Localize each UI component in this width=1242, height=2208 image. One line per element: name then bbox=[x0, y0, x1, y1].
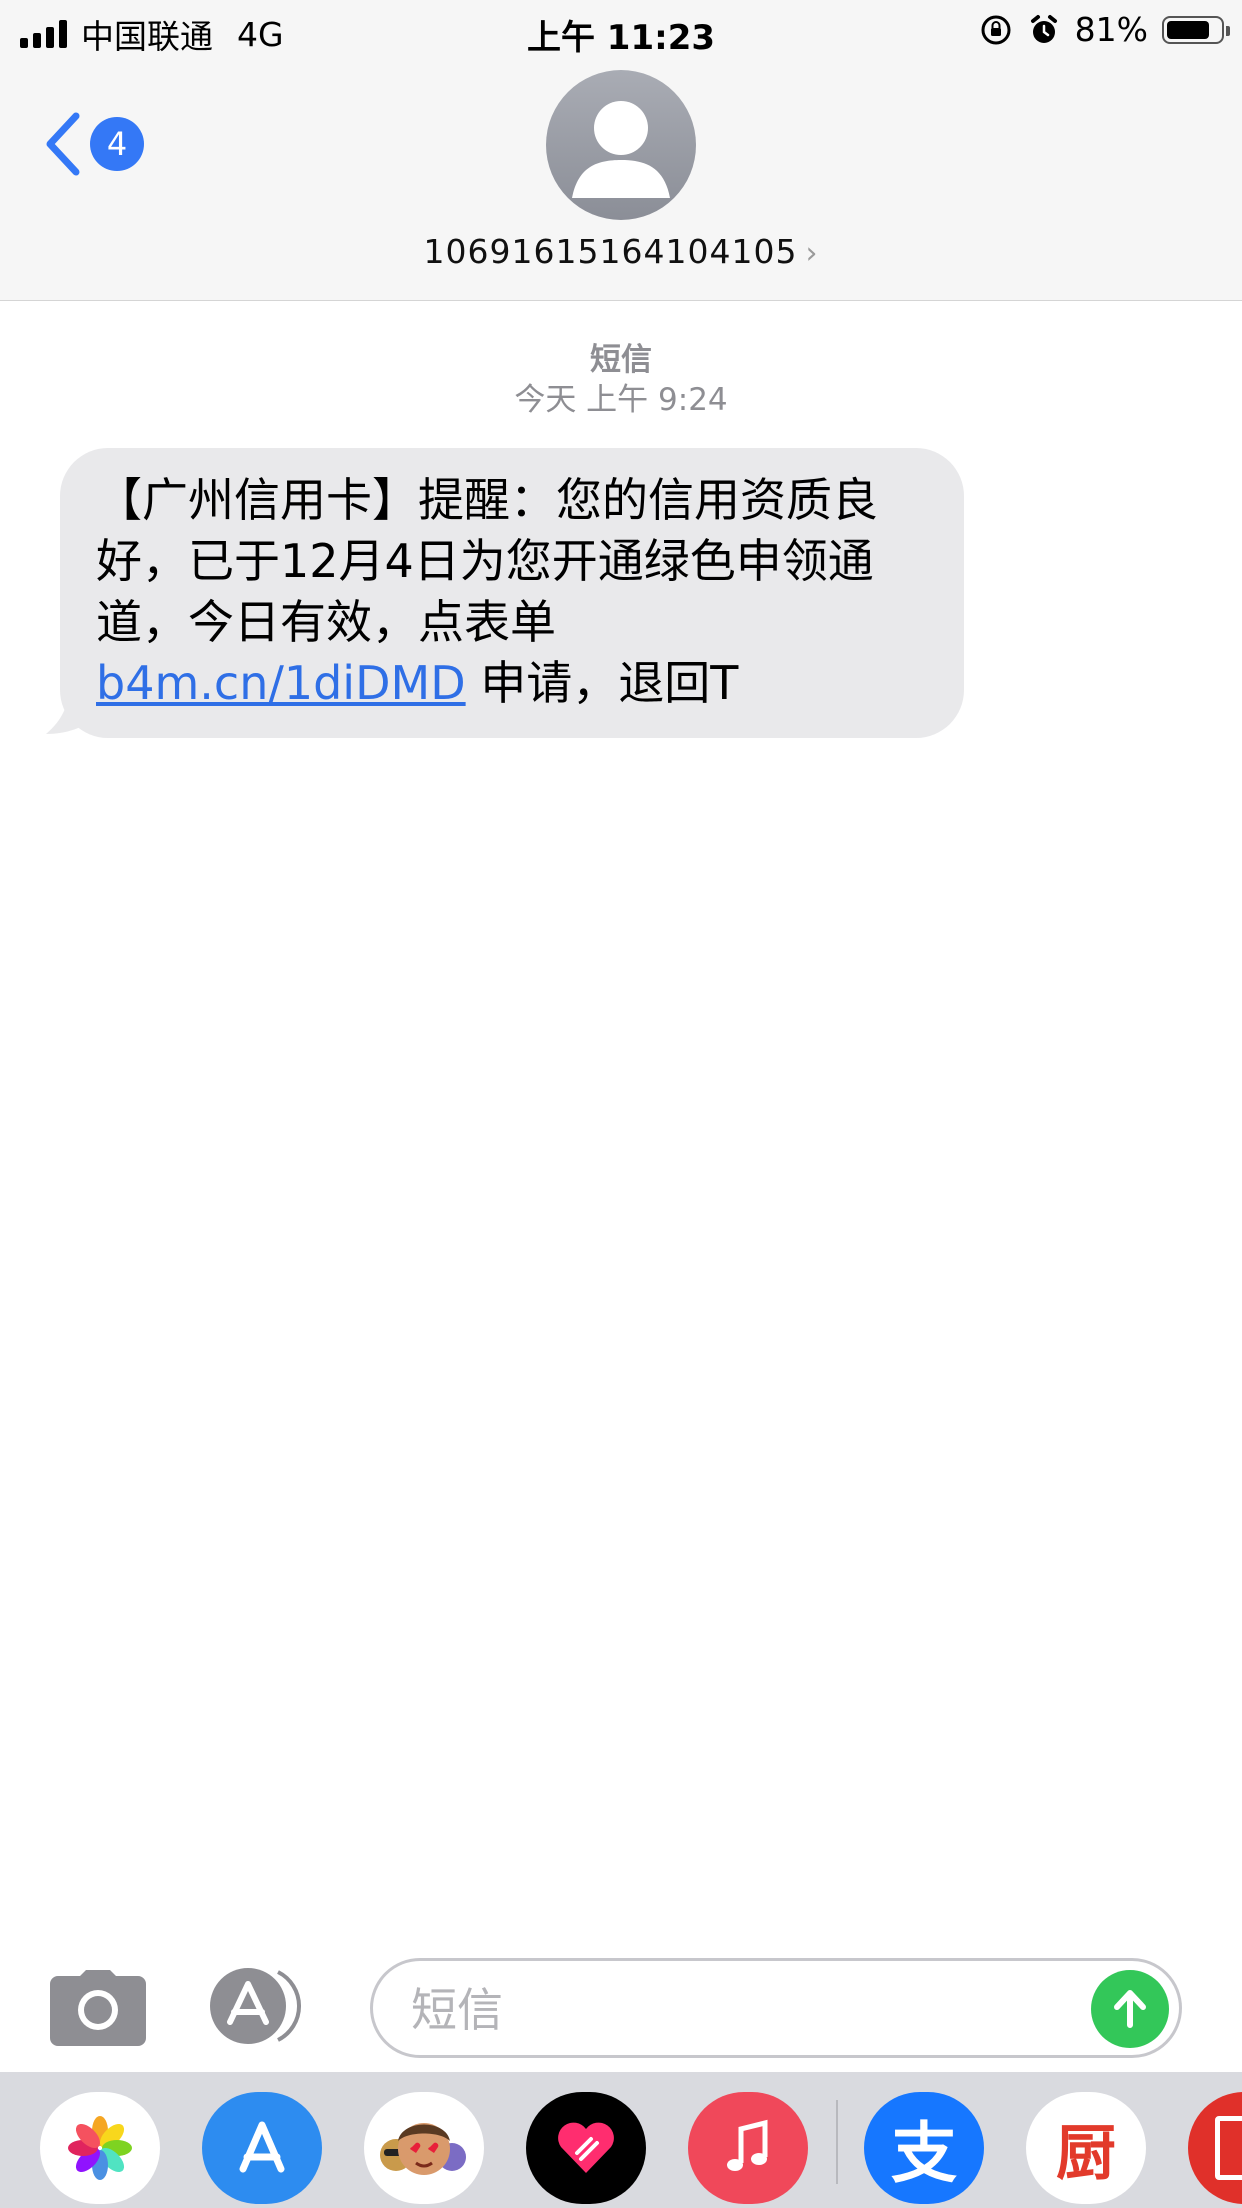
app-store-app[interactable] bbox=[202, 2092, 322, 2204]
message-timestamp: 今天 上午 9:24 bbox=[514, 382, 728, 418]
app-store-icon bbox=[210, 1968, 301, 2044]
partial-app-icon bbox=[1215, 2116, 1242, 2180]
contact-details-button[interactable]: 10691615164104105 › bbox=[0, 232, 1242, 271]
music-icon bbox=[727, 2119, 768, 2171]
photos-app[interactable] bbox=[40, 2092, 160, 2204]
music-app[interactable] bbox=[688, 2092, 808, 2204]
message-meta: 短信 今天 上午 9:24 bbox=[0, 340, 1242, 420]
send-button[interactable] bbox=[1091, 1970, 1169, 2048]
message-text: 【广州信用卡】提醒：您的信用资质良好，已于12月4日为您开通绿色申领通道，今日有… bbox=[96, 473, 878, 649]
message-input[interactable] bbox=[409, 1979, 1033, 2041]
contact-avatar[interactable] bbox=[546, 70, 696, 220]
drawer-divider bbox=[836, 2100, 838, 2184]
digital-touch-app[interactable] bbox=[526, 2092, 646, 2204]
app-drawer: 支 厨 bbox=[0, 2072, 1242, 2208]
unread-count-badge: 4 bbox=[90, 117, 144, 171]
camera-button[interactable] bbox=[50, 1970, 146, 2046]
battery-icon bbox=[1162, 15, 1230, 44]
app-store-app-icon bbox=[239, 2121, 285, 2173]
incoming-message-bubble[interactable]: 【广州信用卡】提醒：您的信用资质良好，已于12月4日为您开通绿色申领通道，今日有… bbox=[60, 448, 964, 738]
back-button[interactable]: 4 bbox=[44, 112, 144, 176]
battery-nub bbox=[1226, 25, 1230, 36]
compose-bar bbox=[0, 1944, 1242, 2070]
conversation-header: 4 10691615164104105 › bbox=[0, 62, 1242, 301]
battery-percent: 81% bbox=[1074, 10, 1148, 49]
battery-fill bbox=[1167, 20, 1209, 39]
memoji-app[interactable] bbox=[364, 2092, 484, 2204]
status-right: 81% bbox=[979, 10, 1230, 49]
alipay-app[interactable]: 支 bbox=[864, 2092, 984, 2204]
partial-app[interactable] bbox=[1188, 2092, 1242, 2204]
digital-touch-icon bbox=[558, 2122, 614, 2173]
contact-number: 10691615164104105 bbox=[423, 232, 798, 271]
status-bar: 中国联通 4G 上午 11:23 81% bbox=[0, 0, 1242, 62]
service-label: 短信 bbox=[590, 342, 652, 378]
chevron-right-icon: › bbox=[805, 236, 819, 271]
xiachufang-app[interactable]: 厨 bbox=[1026, 2092, 1146, 2204]
message-input-field[interactable] bbox=[370, 1958, 1182, 2058]
memoji-icon bbox=[380, 2123, 466, 2175]
message-link[interactable]: b4m.cn/1diDMD bbox=[96, 656, 466, 710]
person-icon bbox=[572, 101, 670, 198]
alipay-icon: 支 bbox=[891, 2115, 957, 2192]
alarm-icon bbox=[1030, 14, 1057, 43]
camera-icon bbox=[50, 1970, 146, 2046]
message-text-end: 申请，退回T bbox=[465, 656, 739, 710]
orientation-lock-icon bbox=[981, 15, 1011, 44]
arrow-up-icon bbox=[1114, 1990, 1146, 2028]
photos-icon bbox=[68, 2116, 132, 2180]
chevron-left-icon bbox=[46, 112, 80, 176]
app-store-button[interactable] bbox=[208, 1966, 318, 2046]
xiachufang-icon: 厨 bbox=[1056, 2118, 1116, 2189]
